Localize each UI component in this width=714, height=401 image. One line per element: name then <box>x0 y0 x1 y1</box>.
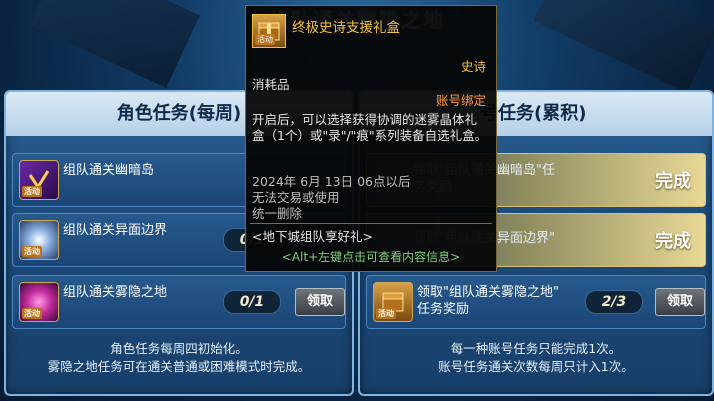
panel-note: 角色任务每周四初始化。 <box>110 341 248 356</box>
complete-status: 完成 <box>655 231 691 252</box>
pink-orb-icon: 活动 <box>19 282 59 322</box>
expire-line: 统一删除 <box>252 206 303 221</box>
event-tag: 活动 <box>22 186 42 197</box>
task-progress: 0/1 <box>223 290 281 314</box>
item-description: 开启后，可以选择获得协调的迷雾晶体礼盒（1个）或"录"/"痕"系列装备自选礼盒。 <box>252 112 488 143</box>
panel-note: 账号任务通关次数每周只计入1次。 <box>438 359 634 374</box>
event-tag: 活动 <box>22 308 42 319</box>
event-tag: 活动 <box>22 246 42 257</box>
purple-gem-icon: 活动 <box>19 160 59 200</box>
white-orb-icon: 活动 <box>19 220 59 260</box>
task-label: 组队通关雾隐之地 <box>63 285 168 300</box>
task-label: 领取"组队通关雾隐之地" 任务奖励 <box>417 285 559 317</box>
item-name: 终极史诗支援礼盒 <box>292 20 400 36</box>
claim-button[interactable]: 领取 <box>655 288 705 316</box>
divider <box>250 223 492 224</box>
panel-note: 雾隐之地任务可在通关普通或困难模式时完成。 <box>47 359 311 374</box>
event-tag: 活动 <box>376 308 396 319</box>
item-source: <地下城组队享好礼> <box>252 229 373 244</box>
item-expiration: 2024年 6月 13日 06点以后 无法交易或使用 统一删除 <box>252 174 488 222</box>
task-row: 活动 组队通关雾隐之地 0/1 领取 <box>12 275 346 329</box>
item-tooltip: 活动 终极史诗支援礼盒 史诗 消耗品 账号绑定 开启后，可以选择获得协调的迷雾晶… <box>245 5 497 272</box>
event-tag: 活动 <box>255 34 275 45</box>
expire-line: 无法交易或使用 <box>252 190 340 205</box>
gold-box-icon: 活动 <box>373 282 413 322</box>
item-hint: <Alt+左键点击可查看内容信息> <box>281 250 461 264</box>
complete-status: 完成 <box>655 171 691 192</box>
task-row: 活动 领取"组队通关雾隐之地" 任务奖励 2/3 领取 <box>366 275 706 329</box>
item-rarity: 史诗 <box>460 59 486 74</box>
panel-note: 每一种账号任务只能完成1次。 <box>450 341 622 356</box>
gift-box-icon: 活动 <box>252 14 286 48</box>
item-bind: 账号绑定 <box>435 93 486 108</box>
item-type: 消耗品 <box>252 77 290 92</box>
task-label: 组队通关异面边界 <box>63 223 168 238</box>
task-label: 组队通关幽暗岛 <box>63 163 155 178</box>
claim-button[interactable]: 领取 <box>295 288 345 316</box>
expire-line: 2024年 6月 13日 06点以后 <box>252 174 411 189</box>
task-progress: 2/3 <box>585 290 643 314</box>
